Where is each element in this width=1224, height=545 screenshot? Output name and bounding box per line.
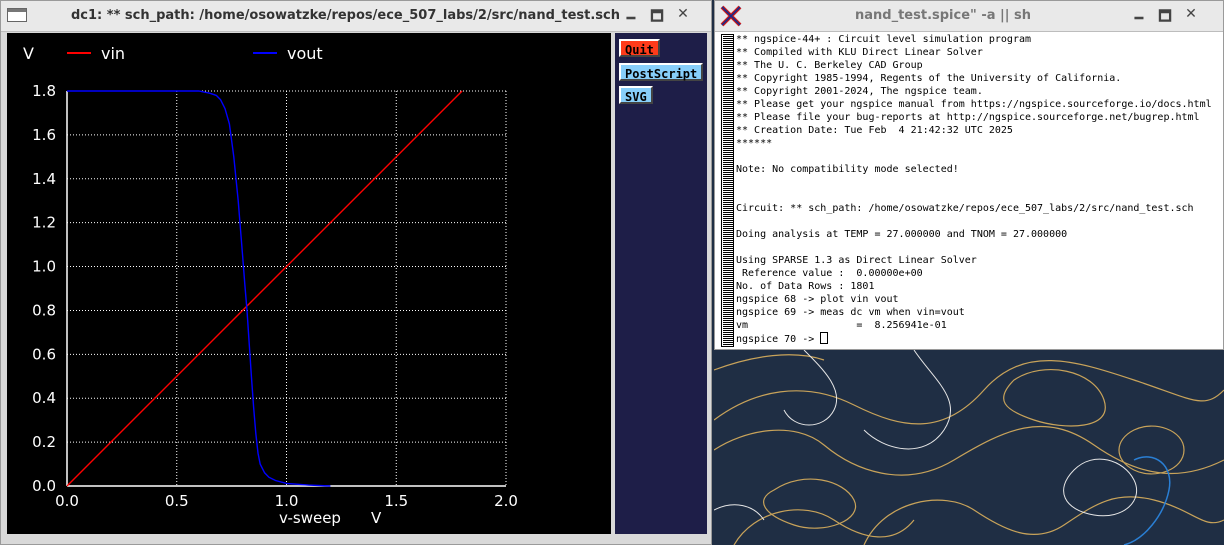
close-icon[interactable]: ✕ (1183, 6, 1199, 22)
y-tick-label: 1.8 (32, 82, 56, 100)
terminal-line: ngspice 68 -> plot vin vout (736, 294, 899, 305)
terminal-line: ** Copyright 2001-2024, The ngspice team… (736, 86, 983, 97)
quit-button[interactable]: Quit (619, 39, 660, 57)
terminal-line: ** The U. C. Berkeley CAD Group (736, 60, 923, 71)
terminal-line: Note: No compatibility mode selected! (736, 164, 959, 175)
plot-side-panel: Quit PostScript SVG (615, 33, 707, 534)
terminal-line: Reference value : 0.00000e+00 (736, 268, 923, 279)
legend-label-vout: vout (287, 44, 323, 63)
terminal-line: ** Copyright 1985-1994, Regents of the U… (736, 73, 1122, 84)
x11-logo-icon (720, 5, 742, 27)
minimize-icon[interactable]: 🗕 (623, 6, 639, 30)
topographic-wallpaper (714, 350, 1224, 545)
series-line-vout (67, 90, 331, 487)
terminal-prompt-line: ngspice 70 -> (736, 332, 1221, 345)
chart-svg: 0.0 0.5 1.0 1.5 2.0 0.0 0.2 0.4 0.6 0.8 1.0 1.2 1.4 1… (23, 44, 518, 527)
y-tick-label: 1.6 (32, 126, 56, 144)
svg-button[interactable]: SVG (619, 86, 653, 104)
terminal-line: ngspice 69 -> meas dc vm when vin=vout (736, 307, 965, 318)
terminal-line: ** Please file your bug-reports at http:… (736, 112, 1200, 123)
y-axis-label: V (23, 44, 34, 63)
terminal-line: vm = 8.256941e-01 (736, 320, 947, 331)
y-tick-label: 0.6 (32, 345, 56, 363)
maximize-icon[interactable]: 🗖 (649, 6, 665, 30)
terminal-prompt: ngspice 70 -> (736, 334, 821, 345)
terminal-line: ** ngspice-44+ : Circuit level simulatio… (736, 34, 1032, 45)
close-icon[interactable]: ✕ (675, 6, 691, 22)
maximize-icon[interactable]: 🗖 (1157, 6, 1173, 30)
plot-window-titlebar[interactable]: dc1: ** sch_path: /home/osowatzke/repos/… (1, 1, 711, 32)
y-tick-label: 0.0 (32, 477, 56, 495)
postscript-button[interactable]: PostScript (619, 63, 704, 81)
terminal-body[interactable]: ** ngspice-44+ : Circuit level simulatio… (715, 32, 1223, 349)
x-tick-label: 0.0 (55, 492, 79, 510)
terminal-line: Circuit: ** sch_path: /home/osowatzke/re… (736, 203, 1194, 214)
window-icon (7, 8, 27, 22)
tick-labels: 0.0 0.5 1.0 1.5 2.0 0.0 0.2 0.4 0.6 0.8 1.0 1.2 1.4 1… (32, 82, 518, 510)
series-line-vin (66, 90, 463, 487)
y-tick-label: 0.2 (32, 433, 56, 451)
y-tick-label: 1.0 (32, 258, 56, 276)
terminal-scrollbar[interactable] (721, 34, 734, 347)
y-tick-label: 0.8 (32, 301, 56, 319)
terminal-line: ****** (736, 138, 773, 149)
terminal-window-titlebar[interactable]: nand_test.spice" -a || sh 🗕 🗖 ✕ (715, 1, 1223, 32)
terminal-window: nand_test.spice" -a || sh 🗕 🗖 ✕ ** ngspi… (714, 0, 1224, 350)
y-tick-label: 1.2 (32, 214, 56, 232)
x-axis-unit: V (371, 509, 382, 527)
minimize-icon[interactable]: 🗕 (1131, 6, 1147, 30)
legend: vin vout (67, 44, 323, 63)
terminal-line: No. of Data Rows : 1801 (736, 281, 875, 292)
desktop-wallpaper (714, 350, 1224, 545)
y-tick-label: 1.4 (32, 170, 56, 188)
plot-window-title: dc1: ** sch_path: /home/osowatzke/repos/… (71, 8, 620, 23)
terminal-output[interactable]: ** ngspice-44+ : Circuit level simulatio… (736, 33, 1221, 347)
terminal-window-title: nand_test.spice" -a || sh (855, 8, 1032, 23)
plot-window: dc1: ** sch_path: /home/osowatzke/repos/… (0, 0, 712, 545)
y-tick-label: 0.4 (32, 389, 56, 407)
legend-label-vin: vin (101, 44, 125, 63)
x-tick-label: 1.5 (384, 492, 408, 510)
terminal-line: ** Compiled with KLU Direct Linear Solve… (736, 47, 983, 58)
x-tick-label: 0.5 (165, 492, 189, 510)
plot-area: 0.0 0.5 1.0 1.5 2.0 0.0 0.2 0.4 0.6 0.8 1.0 1.2 1.4 1… (7, 33, 611, 534)
terminal-line: ** Creation Date: Tue Feb 4 21:42:32 UTC… (736, 125, 1013, 136)
x-tick-label: 1.0 (275, 492, 299, 510)
text-cursor (820, 332, 829, 344)
terminal-line: Using SPARSE 1.3 as Direct Linear Solver (736, 255, 977, 266)
grid (66, 90, 507, 487)
series-lines (66, 90, 463, 487)
terminal-line: Doing analysis at TEMP = 27.000000 and T… (736, 229, 1068, 240)
x-axis-label: v-sweep (279, 509, 341, 527)
x-tick-label: 2.0 (494, 492, 518, 510)
terminal-line: ** Please get your ngspice manual from h… (736, 99, 1212, 110)
